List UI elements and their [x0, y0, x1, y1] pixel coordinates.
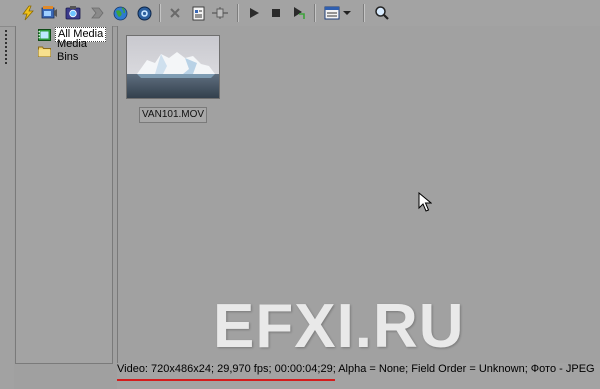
fx-globe-icon: [137, 6, 151, 20]
lightning-icon: [22, 5, 34, 21]
panel-grip[interactable]: ✕: [0, 0, 14, 389]
media-plugins-button[interactable]: [210, 3, 230, 23]
plugin-icon: [212, 7, 228, 19]
tree-item-label: Media Bins: [57, 37, 87, 63]
auto-preview-button[interactable]: [288, 3, 308, 23]
mouse-cursor-icon: [418, 192, 432, 212]
drag-handle[interactable]: [5, 30, 7, 64]
toolbar-separator: [314, 4, 316, 22]
properties-button[interactable]: [188, 3, 208, 23]
get-photo-button[interactable]: [63, 3, 83, 23]
remove-button[interactable]: [165, 3, 185, 23]
search-button[interactable]: [372, 3, 392, 23]
views-dropdown-button[interactable]: [341, 3, 353, 23]
media-tree-panel: All Media Media Bins: [15, 26, 113, 364]
globe-icon: [113, 6, 127, 20]
play-icon: [250, 8, 259, 18]
stop-icon: [272, 9, 280, 17]
toolbar-separator: [363, 4, 365, 22]
iceberg-thumbnail: [127, 36, 219, 98]
auto-preview-icon: [294, 7, 305, 19]
views-button[interactable]: [322, 3, 342, 23]
play-button[interactable]: [244, 3, 264, 23]
media-properties-text: Video: 720x486x24; 29,970 fps; 00:00:04;…: [117, 363, 595, 375]
dropdown-arrow-icon: [343, 11, 351, 15]
capture-video-button[interactable]: [39, 3, 59, 23]
x-icon: [170, 8, 180, 18]
media-thumbnail[interactable]: [126, 35, 220, 99]
status-bar: Video: 720x486x24; 29,970 fps; 00:00:04;…: [117, 363, 600, 389]
toolbar-separator: [237, 4, 239, 22]
import-media-button[interactable]: [18, 3, 38, 23]
media-filename[interactable]: VAN101.MOV: [139, 107, 208, 123]
film-folder-icon: [38, 28, 51, 41]
burn-disc-button[interactable]: [87, 3, 107, 23]
chevron-icon: [91, 7, 104, 19]
watermark: EFXI.RU: [213, 292, 465, 361]
views-icon: [324, 6, 340, 20]
tree-item-media-bins[interactable]: Media Bins: [38, 38, 112, 63]
web-media-button[interactable]: [110, 3, 130, 23]
toolbar-separator: [159, 4, 161, 22]
properties-icon: [192, 6, 204, 20]
camera-icon: [65, 6, 81, 20]
magnifier-icon: [375, 6, 389, 20]
media-fx-button[interactable]: [134, 3, 154, 23]
camcorder-icon: [41, 6, 57, 19]
stop-button[interactable]: [266, 3, 286, 23]
folder-icon: [38, 45, 51, 57]
status-underline: [117, 379, 335, 381]
toolbar: [0, 0, 600, 27]
